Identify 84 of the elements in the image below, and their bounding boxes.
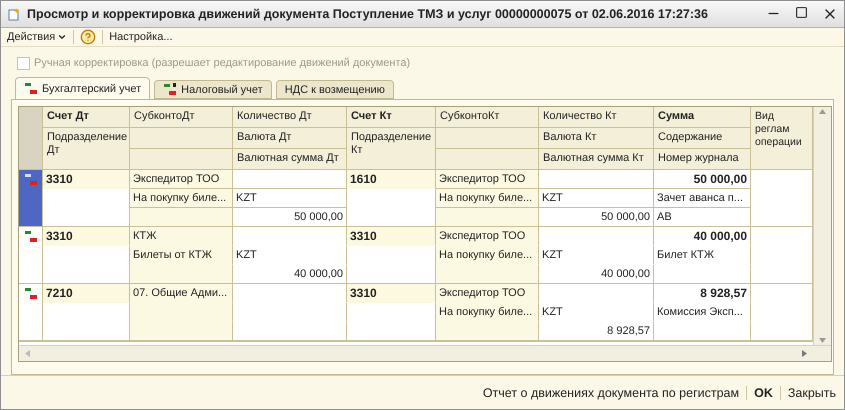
column-header[interactable]: Номер журнала — [654, 149, 751, 170]
column-header[interactable]: Валюта Дт — [233, 128, 347, 150]
table-cell: Комиссия Эксп... — [654, 303, 751, 322]
row-marker-header — [19, 107, 43, 170]
table-cell: Билет КТЖ — [654, 246, 751, 266]
scroll-down-icon[interactable] — [818, 336, 827, 346]
table-cell: KZT — [539, 246, 654, 266]
table-cell: Зачет аванса п... — [654, 189, 751, 208]
checkbox-label: Ручная корректировка (разрешает редактирование движений документа) — [34, 57, 410, 70]
table-cell: 1610 — [347, 170, 436, 190]
ok-button[interactable]: OK — [754, 386, 773, 400]
debit-credit-icon — [24, 173, 38, 188]
scroll-right-icon[interactable] — [800, 349, 809, 358]
table-cell: KZT — [233, 189, 347, 208]
row-marker[interactable] — [19, 227, 43, 284]
table-cell: 40 000,00 — [654, 227, 751, 246]
column-header[interactable]: Подразделение Дт — [43, 128, 130, 170]
table-cell: На покупку биле... — [436, 303, 539, 322]
table-cell: На покупку биле... — [130, 189, 233, 208]
row-marker[interactable] — [19, 284, 43, 342]
column-header[interactable] — [130, 128, 233, 150]
table-cell: 3310 — [43, 170, 130, 190]
table-cell: Билеты от КТЖ — [130, 246, 233, 266]
document-icon — [7, 7, 21, 22]
column-header[interactable]: Сумма — [654, 107, 751, 128]
help-icon[interactable] — [80, 29, 96, 46]
window-title: Просмотр и корректировка движений документа Поступление ТМЗ и услуг 00000000075 от 02.06.2016 17:27:36 — [27, 7, 709, 22]
actions-menu[interactable]: Действия — [7, 31, 68, 44]
column-header[interactable]: Количество Дт — [233, 107, 347, 128]
column-header[interactable]: СубконтоКт — [436, 107, 539, 128]
column-header[interactable]: Валютная сумма Дт — [233, 149, 347, 170]
column-header[interactable]: Количество Кт — [539, 107, 654, 128]
maximize-icon[interactable] — [795, 6, 808, 20]
table-cell: 40 000,00 — [233, 265, 347, 284]
table-cell: АВ — [654, 208, 751, 228]
row-marker[interactable] — [19, 170, 43, 228]
debit-credit-icon — [24, 82, 38, 96]
table-cell: Экспедитор ТОО — [436, 170, 539, 190]
column-header[interactable]: Валюта Кт — [539, 128, 654, 150]
column-header[interactable]: Валютная сумма Кт — [539, 149, 654, 170]
horizontal-scrollbar[interactable] — [19, 345, 831, 362]
column-header[interactable] — [436, 128, 539, 150]
table-cell: 3310 — [43, 227, 130, 246]
column-header[interactable]: Подразделение Кт — [347, 128, 436, 170]
table-cell: Экспедитор ТОО — [436, 227, 539, 246]
table-cell: 8 928,57 — [539, 322, 654, 342]
table-cell: 50 000,00 — [233, 208, 347, 228]
table-cell: 50 000,00 — [654, 170, 751, 190]
table-cell: KZT — [539, 189, 654, 208]
column-header[interactable]: Счет Кт — [347, 107, 436, 128]
table-cell: KZT — [233, 246, 347, 266]
table-cell: 8 928,57 — [654, 284, 751, 304]
debit-credit-icon — [24, 230, 38, 244]
column-header[interactable] — [130, 149, 233, 170]
tab[interactable]: Бухгалтерский учет — [15, 77, 150, 100]
column-header[interactable] — [436, 149, 539, 170]
debit-credit-icon — [163, 82, 178, 97]
report-button[interactable]: Отчет о движениях документа по регистрам — [482, 386, 740, 400]
table-cell — [751, 170, 813, 228]
column-header[interactable]: Счет Дт — [43, 107, 130, 128]
table-cell: На покупку биле... — [436, 189, 539, 208]
table-cell: На покупку биле... — [436, 246, 539, 266]
scroll-up-icon[interactable] — [818, 107, 827, 116]
table-cell: Экспедитор ТОО — [436, 284, 539, 304]
table-cell: 3310 — [347, 284, 436, 304]
tab[interactable]: НДС к возмещению — [276, 80, 394, 100]
tab[interactable]: Налоговый учет — [154, 80, 272, 100]
column-header[interactable]: СубконтоДт — [130, 107, 233, 128]
scroll-left-icon[interactable] — [23, 349, 32, 358]
table-cell: 40 000,00 — [539, 265, 654, 284]
table-cell: 7210 — [43, 284, 130, 304]
column-header[interactable]: Содержание — [654, 128, 751, 150]
settings-button[interactable]: Настройка... — [109, 31, 173, 44]
table-cell: KZT — [539, 303, 654, 322]
column-header[interactable]: Вид реглам операции — [751, 107, 813, 170]
debit-credit-icon — [24, 287, 38, 302]
table-cell: Экспедитор ТОО — [130, 170, 233, 190]
table-cell: 07. Общие Адми... — [130, 284, 233, 304]
table-cell: КТЖ — [130, 227, 233, 246]
table-cell: 3310 — [347, 227, 436, 246]
table-cell: 50 000,00 — [539, 208, 654, 228]
close-button[interactable]: Закрыть — [788, 386, 836, 400]
table-cell — [751, 227, 813, 284]
vertical-scrollbar[interactable] — [813, 107, 831, 346]
